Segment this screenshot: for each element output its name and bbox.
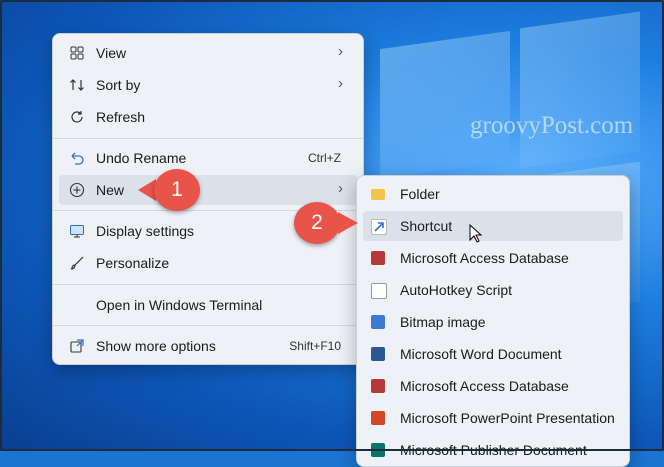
- menu-item-label: Show more options: [96, 338, 216, 354]
- submenu-item-label: AutoHotkey Script: [400, 282, 513, 298]
- submenu-item-label: Microsoft Word Document: [400, 346, 562, 362]
- windows-logo-pane: [380, 30, 510, 180]
- menu-item-label: Sort by: [96, 77, 141, 93]
- grid-icon: [69, 45, 85, 61]
- menu-item-new[interactable]: New ›: [59, 175, 357, 205]
- new-submenu: Folder Shortcut Microsoft Access Databas…: [356, 175, 630, 467]
- submenu-item-label: Microsoft PowerPoint Presentation: [400, 410, 615, 426]
- watermark: groovyPost.com: [470, 112, 634, 139]
- word-icon: [371, 347, 385, 361]
- menu-item-label: Undo Rename: [96, 150, 187, 166]
- menu-item-open-in-windows-terminal[interactable]: Open in Windows Terminal: [59, 290, 357, 320]
- submenu-item-label: Microsoft Publisher Document: [400, 442, 587, 458]
- display-icon: [69, 223, 85, 239]
- submenu-item-powerpoint-presentation[interactable]: Microsoft PowerPoint Presentation: [363, 403, 623, 433]
- menu-item-show-more-options[interactable]: Show more options Shift+F10: [59, 331, 357, 361]
- sort-icon: [69, 77, 85, 93]
- folder-icon: [371, 189, 385, 200]
- menu-item-refresh[interactable]: Refresh: [59, 102, 357, 132]
- submenu-item-word-document[interactable]: Microsoft Word Document: [363, 339, 623, 369]
- powerpoint-icon: [371, 411, 385, 425]
- bitmap-icon: [371, 315, 385, 329]
- submenu-item-label: Microsoft Access Database: [400, 378, 569, 394]
- menu-item-sort-by[interactable]: Sort by ›: [59, 70, 357, 100]
- callout-number: 2: [294, 202, 340, 244]
- chevron-right-icon: ›: [338, 75, 343, 92]
- submenu-item-bitmap-image[interactable]: Bitmap image: [363, 307, 623, 337]
- publisher-icon: [371, 443, 385, 457]
- windows-logo-pane: [520, 11, 640, 169]
- access-icon: [371, 251, 385, 265]
- submenu-item-label: Microsoft Access Database: [400, 250, 569, 266]
- submenu-item-label: Folder: [400, 186, 440, 202]
- brush-icon: [69, 255, 85, 271]
- shortcut-text: Ctrl+Z: [308, 151, 341, 165]
- menu-item-undo-rename[interactable]: Undo Rename Ctrl+Z: [59, 143, 357, 173]
- shortcut-icon: [371, 219, 387, 235]
- callout-pointer: [338, 212, 358, 234]
- callout-number: 1: [154, 169, 200, 211]
- submenu-item-autohotkey-script[interactable]: AutoHotkey Script: [363, 275, 623, 305]
- submenu-item-label: Shortcut: [400, 218, 453, 234]
- access-icon: [371, 379, 385, 393]
- menu-item-label: Open in Windows Terminal: [96, 297, 263, 313]
- share-icon: [69, 338, 85, 354]
- menu-item-label: Personalize: [96, 255, 170, 271]
- submenu-item-label: Bitmap image: [400, 314, 486, 330]
- chevron-right-icon: ›: [338, 43, 343, 60]
- callout-step-1: 1: [138, 169, 202, 213]
- chevron-right-icon: ›: [338, 180, 343, 197]
- menu-item-label: New: [96, 182, 125, 198]
- submenu-item-access-database[interactable]: Microsoft Access Database: [363, 371, 623, 401]
- undo-icon: [69, 150, 85, 166]
- submenu-item-shortcut[interactable]: Shortcut: [363, 211, 623, 241]
- autohotkey-icon: [371, 283, 387, 299]
- menu-item-label: View: [96, 45, 127, 61]
- menu-item-personalize[interactable]: Personalize: [59, 248, 357, 278]
- menu-separator: [53, 138, 363, 139]
- refresh-icon: [69, 109, 85, 125]
- menu-separator: [53, 284, 363, 285]
- submenu-item-access-database[interactable]: Microsoft Access Database: [363, 243, 623, 273]
- menu-separator: [53, 325, 363, 326]
- menu-item-view[interactable]: View ›: [59, 38, 357, 68]
- shortcut-text: Shift+F10: [289, 339, 341, 353]
- menu-item-label: Display settings: [96, 223, 195, 239]
- submenu-item-publisher-document[interactable]: Microsoft Publisher Document: [363, 435, 623, 465]
- callout-step-2: 2: [294, 202, 360, 246]
- mouse-cursor-icon: [469, 223, 483, 249]
- add-circle-icon: [69, 182, 85, 198]
- submenu-item-folder[interactable]: Folder: [363, 179, 623, 209]
- menu-item-label: Refresh: [96, 109, 146, 125]
- desktop-context-menu: View › Sort by › Refresh Undo Rename Ctr…: [52, 33, 364, 365]
